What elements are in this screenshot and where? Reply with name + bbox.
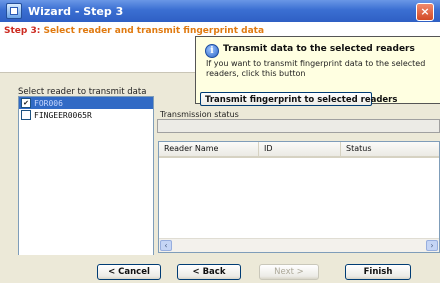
reader-item-label: FINGEER0065R — [34, 110, 92, 120]
reader-status-table[interactable]: Reader Name ID Status ‹ › — [158, 141, 440, 253]
horizontal-scrollbar[interactable]: ‹ › — [159, 238, 439, 252]
reader-item-for006[interactable]: ✔ FOR006 — [19, 97, 153, 109]
wizard-window: Wizard - Step 3 × Step 3: Select reader … — [0, 0, 440, 283]
transmission-status-label: Transmission status — [160, 110, 239, 119]
scroll-right-icon[interactable]: › — [426, 240, 438, 251]
next-button[interactable]: Next > — [259, 264, 319, 280]
balloon-body: If you want to transmit fingerprint data… — [206, 59, 426, 78]
scroll-left-icon[interactable]: ‹ — [160, 240, 172, 251]
finish-button[interactable]: Finish — [345, 264, 411, 280]
wizard-footer: < Cancel < Back Next > Finish — [0, 255, 440, 283]
table-header: Reader Name ID Status — [159, 142, 439, 158]
balloon-title: Transmit data to the selected readers — [223, 44, 415, 54]
step-description: Step 3: Select reader and transmit finge… — [4, 26, 264, 36]
column-header-status[interactable]: Status — [341, 142, 439, 156]
step-instruction: Select reader and transmit fingerprint d… — [43, 26, 265, 36]
title-bar[interactable]: Wizard - Step 3 × — [0, 0, 440, 23]
column-header-reader-name[interactable]: Reader Name — [159, 142, 259, 156]
reader-checkbox[interactable]: ✔ — [21, 98, 31, 108]
info-icon: i — [205, 44, 219, 58]
transmit-button[interactable]: Transmit fingerprint to selected readers — [200, 92, 397, 106]
transmission-status-field — [157, 119, 440, 133]
finish-button-label: Finish — [363, 267, 393, 277]
reader-checkbox[interactable] — [21, 110, 31, 120]
reader-item-label: FOR006 — [34, 98, 63, 108]
column-header-id[interactable]: ID — [259, 142, 341, 156]
cancel-button-label: < Cancel — [108, 267, 150, 277]
app-window-icon — [6, 3, 22, 19]
window-title: Wizard - Step 3 — [28, 4, 124, 18]
close-button[interactable]: × — [416, 3, 434, 21]
back-button[interactable]: < Back — [177, 264, 241, 280]
step-number: Step 3: — [4, 26, 41, 36]
back-button-label: < Back — [192, 267, 226, 277]
reader-list[interactable]: ✔ FOR006 FINGEER0065R — [18, 96, 154, 261]
cancel-button[interactable]: < Cancel — [97, 264, 161, 280]
reader-item-fingeer0065r[interactable]: FINGEER0065R — [19, 109, 153, 121]
